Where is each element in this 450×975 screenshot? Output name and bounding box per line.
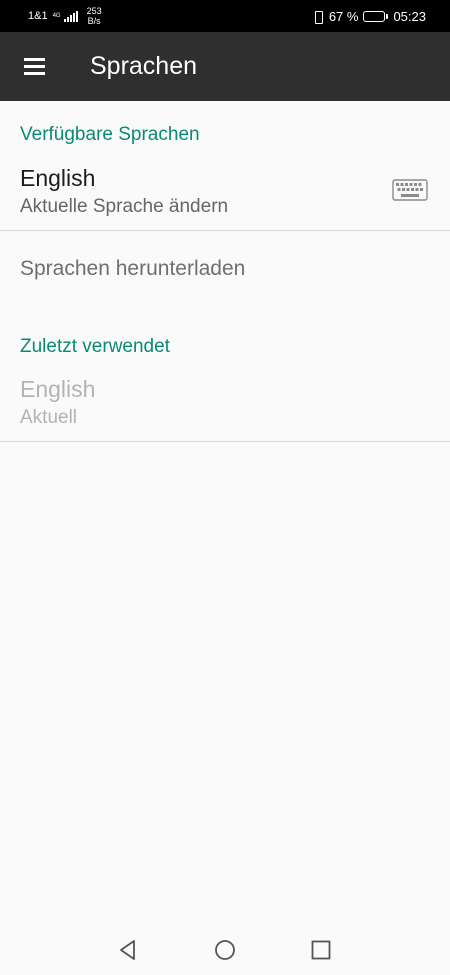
recents-icon[interactable] bbox=[310, 939, 332, 961]
net-speed-value: 253 bbox=[86, 6, 102, 16]
divider bbox=[0, 230, 450, 231]
back-icon[interactable] bbox=[117, 939, 139, 961]
menu-button[interactable] bbox=[0, 32, 70, 101]
recent-language-name: English bbox=[20, 376, 96, 402]
home-icon[interactable] bbox=[214, 939, 236, 961]
battery-percent: 67 % bbox=[328, 8, 359, 24]
status-right: 67 % 05:23 bbox=[312, 9, 426, 24]
navigation-bar bbox=[0, 925, 450, 975]
vibrate-icon bbox=[312, 10, 324, 24]
current-language-item[interactable]: English Aktuelle Sprache ändern bbox=[0, 161, 450, 231]
net-speed: 253 B/s bbox=[87, 6, 102, 26]
recent-language-subtitle: Aktuell bbox=[20, 407, 78, 428]
clock: 05:23 bbox=[393, 8, 426, 24]
section-header-recent: Zuletzt verwendet bbox=[20, 336, 170, 357]
screen: 1&1 4G 253 B/s 67 % 05:23 Sprachen Verfü… bbox=[0, 0, 450, 975]
net-speed-unit: B/s bbox=[87, 16, 101, 26]
battery-icon bbox=[363, 10, 389, 22]
hamburger-menu-icon bbox=[23, 58, 45, 75]
carrier-label: 1&1 bbox=[28, 10, 48, 22]
app-bar: Sprachen bbox=[0, 32, 450, 101]
divider bbox=[0, 441, 450, 442]
download-languages-button[interactable]: Sprachen herunterladen bbox=[20, 257, 245, 281]
network-type: 4G bbox=[52, 13, 61, 19]
keyboard-icon[interactable] bbox=[392, 179, 428, 201]
status-left: 1&1 4G 253 B/s bbox=[28, 6, 102, 26]
page-title: Sprachen bbox=[90, 52, 198, 80]
language-name: English bbox=[20, 165, 96, 191]
language-subtitle: Aktuelle Sprache ändern bbox=[20, 196, 229, 217]
section-header-available: Verfügbare Sprachen bbox=[20, 124, 200, 145]
status-bar: 1&1 4G 253 B/s 67 % 05:23 bbox=[0, 0, 450, 32]
signal-icon: 4G bbox=[53, 10, 78, 22]
